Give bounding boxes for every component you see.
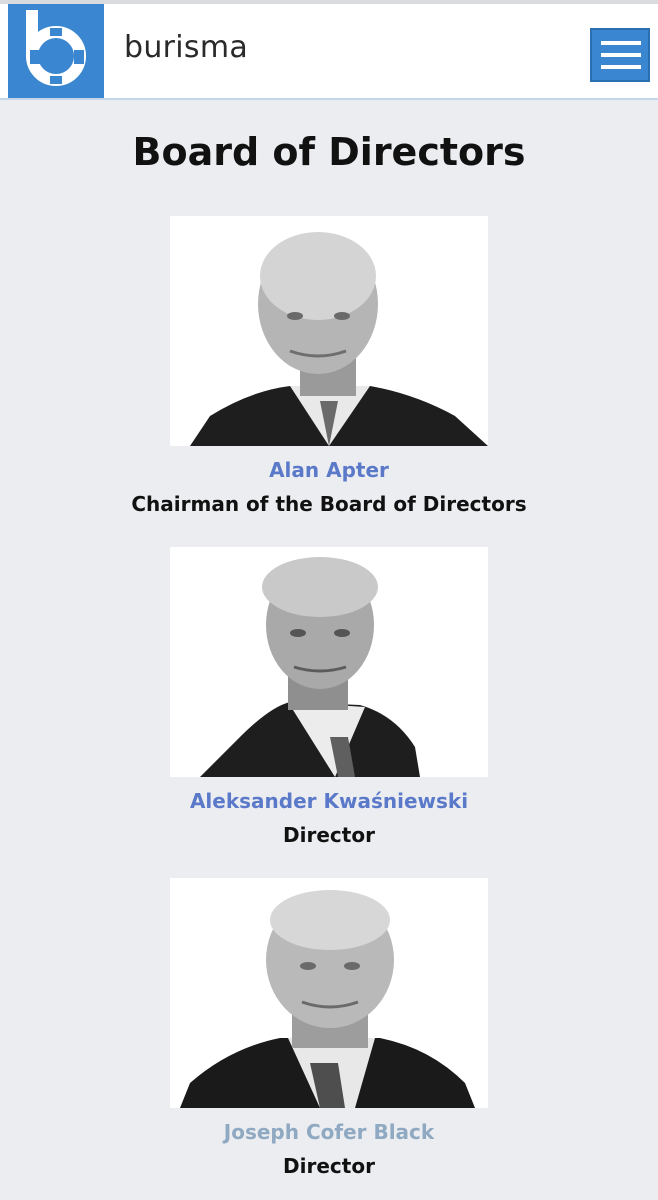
page-title: Board of Directors <box>132 130 526 174</box>
director-role: Director <box>283 823 375 847</box>
menu-bar <box>601 41 641 45</box>
director-name-link[interactable]: Aleksander Kwaśniewski <box>0 789 658 813</box>
director-role: Chairman of the Board of Directors <box>131 492 527 516</box>
director-role: Director <box>283 1154 375 1178</box>
site-header: burisma <box>0 4 658 100</box>
burisma-logo-icon[interactable] <box>8 4 104 98</box>
hamburger-menu-icon[interactable] <box>590 28 650 82</box>
portrait-photo[interactable] <box>170 547 488 777</box>
portrait-photo[interactable] <box>170 216 488 446</box>
menu-bar <box>601 65 641 69</box>
portrait-photo[interactable] <box>170 878 488 1108</box>
director-name-link[interactable]: Joseph Cofer Black <box>0 1120 658 1144</box>
director-name-link[interactable]: Alan Apter <box>0 458 658 482</box>
brand-name[interactable]: burisma <box>124 30 248 65</box>
menu-bar <box>601 53 641 57</box>
